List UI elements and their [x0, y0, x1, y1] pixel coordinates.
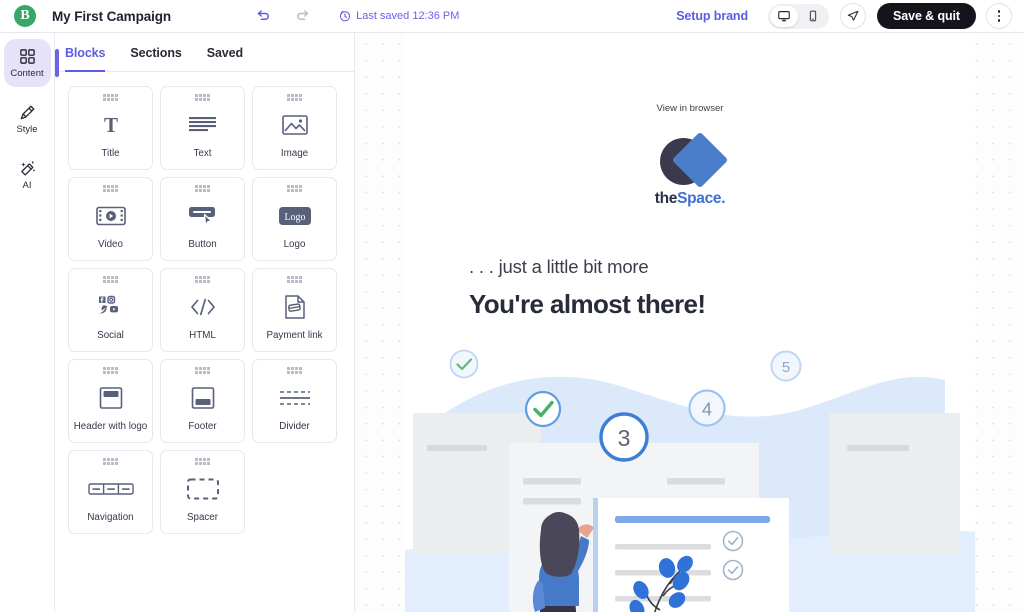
- desktop-monitor-icon: [777, 9, 791, 23]
- left-rail-nav: Content Style AI: [0, 33, 59, 612]
- svg-text:3: 3: [618, 425, 631, 451]
- device-mobile-option[interactable]: [799, 6, 827, 27]
- woman-checking-list-illustration[interactable]: 3 4 5: [405, 338, 975, 612]
- redo-arrow-icon[interactable]: [293, 6, 313, 26]
- last-saved-text: Last saved 12:36 PM: [356, 10, 460, 22]
- social-networks-icon: [69, 283, 152, 332]
- svg-text:T: T: [103, 113, 117, 137]
- image-picture-icon: [253, 101, 336, 150]
- block-label-footer: Footer: [188, 421, 217, 433]
- save-and-quit-button[interactable]: Save & quit: [877, 3, 976, 29]
- panel-tabs: Blocks Sections Saved: [55, 33, 354, 72]
- block-card-navigation[interactable]: Navigation: [68, 450, 153, 534]
- block-label-title: Title: [101, 148, 120, 160]
- device-desktop-option[interactable]: [770, 5, 799, 27]
- tab-blocks[interactable]: Blocks: [65, 46, 106, 72]
- sidebar-item-style[interactable]: Style: [4, 95, 51, 143]
- block-card-video[interactable]: Video: [68, 177, 153, 261]
- svg-text:5: 5: [782, 359, 790, 376]
- block-label-button: Button: [188, 239, 217, 251]
- svg-text:4: 4: [702, 400, 712, 420]
- send-test-button[interactable]: [840, 3, 867, 29]
- last-saved-status: Last saved 12:36 PM: [339, 10, 459, 22]
- tab-saved[interactable]: Saved: [207, 46, 243, 72]
- block-card-logo[interactable]: Logo Logo: [252, 177, 337, 261]
- text-lines-icon: [161, 101, 244, 150]
- title-t-icon: T: [69, 101, 152, 150]
- svg-text:Logo: Logo: [284, 212, 305, 223]
- block-label-html: HTML: [189, 330, 216, 342]
- grid-squares-icon: [19, 48, 36, 65]
- setup-brand-link[interactable]: Setup brand: [676, 9, 748, 23]
- block-card-html[interactable]: HTML: [160, 268, 245, 352]
- spacer-dashed-icon: [161, 465, 244, 514]
- undo-arrow-icon[interactable]: [253, 6, 273, 26]
- button-cursor-icon: [161, 192, 244, 241]
- blocks-grid: T Title Text Image Video Button Logo Log…: [55, 72, 354, 534]
- block-label-payment-link: Payment link: [266, 330, 323, 342]
- block-label-image: Image: [280, 148, 309, 160]
- email-logo-block[interactable]: theSpace.: [405, 131, 975, 208]
- app-body: Content Style AI Blocks Sections Saved T…: [0, 33, 1024, 612]
- code-brackets-icon: [161, 283, 244, 332]
- block-label-navigation: Navigation: [87, 512, 134, 524]
- magic-wand-icon: [19, 160, 36, 177]
- paper-plane-icon: [846, 9, 860, 23]
- block-label-spacer: Spacer: [186, 512, 219, 524]
- block-label-video: Video: [98, 239, 123, 251]
- device-preview-toggle: [768, 3, 830, 29]
- block-card-divider[interactable]: Divider: [252, 359, 337, 443]
- top-header-bar: B My First Campaign Last saved 12:36 PM …: [0, 0, 1024, 33]
- block-card-footer[interactable]: Footer: [160, 359, 245, 443]
- more-vertical-icon-dot2: [997, 14, 1001, 18]
- block-card-header-with-logo[interactable]: Header with logo: [68, 359, 153, 443]
- campaign-title[interactable]: My First Campaign: [52, 9, 171, 24]
- video-film-play-icon: [69, 192, 152, 241]
- thespace-logo-mark-icon: [654, 131, 729, 189]
- payment-document-icon: [253, 283, 336, 332]
- block-card-spacer[interactable]: Spacer: [160, 450, 245, 534]
- divider-lines-icon: [253, 374, 336, 423]
- block-label-divider: Divider: [279, 421, 310, 433]
- sidebar-item-ai[interactable]: AI: [4, 151, 51, 199]
- logo-wordmark: theSpace.: [655, 190, 726, 208]
- header-layout-icon: [69, 374, 152, 423]
- view-in-browser-link[interactable]: View in browser: [405, 33, 975, 114]
- email-headline-text: You're almost there!: [469, 289, 706, 319]
- block-card-payment-link[interactable]: Payment link: [252, 268, 337, 352]
- logo-badge-icon: Logo: [253, 192, 336, 241]
- brand-logo-badge[interactable]: B: [14, 5, 36, 27]
- email-builder-app: B My First Campaign Last saved 12:36 PM …: [0, 0, 1024, 612]
- logo-word-the: the: [654, 190, 678, 207]
- email-kicker-text: . . . just a little bit more: [469, 256, 649, 277]
- email-preview[interactable]: View in browser theSpace. . . . just a l…: [405, 33, 975, 612]
- block-card-image[interactable]: Image: [252, 86, 337, 170]
- tab-sections[interactable]: Sections: [130, 46, 181, 72]
- footer-layout-icon: [161, 374, 244, 423]
- paint-brush-icon: [19, 104, 36, 121]
- sidebar-item-style-label: Style: [16, 123, 38, 135]
- blocks-panel: Blocks Sections Saved T Title Text Image…: [55, 33, 355, 612]
- more-vertical-icon: [997, 10, 1001, 13]
- more-vertical-icon-dot3: [997, 19, 1001, 22]
- sidebar-item-content[interactable]: Content: [3, 39, 59, 87]
- block-card-social[interactable]: Social: [68, 268, 153, 352]
- navigation-bar-icon: [69, 465, 152, 514]
- mobile-phone-icon: [806, 9, 820, 23]
- block-label-text: Text: [193, 148, 212, 160]
- logo-word-space: Space.: [677, 190, 726, 207]
- block-label-header-with-logo: Header with logo: [73, 421, 148, 433]
- clock-history-icon: [339, 10, 351, 22]
- block-label-logo: Logo: [283, 239, 306, 251]
- block-card-title[interactable]: T Title: [68, 86, 153, 170]
- block-card-button[interactable]: Button: [160, 177, 245, 261]
- email-headline-block[interactable]: . . . just a little bit more You're almo…: [405, 208, 975, 320]
- sidebar-item-content-label: Content: [10, 67, 44, 79]
- more-options-button[interactable]: [986, 3, 1012, 29]
- undo-redo-group: [253, 6, 313, 26]
- email-canvas-area[interactable]: View in browser theSpace. . . . just a l…: [355, 33, 1024, 612]
- sidebar-item-ai-label: AI: [22, 179, 32, 191]
- block-label-social: Social: [97, 330, 124, 342]
- block-card-text[interactable]: Text: [160, 86, 245, 170]
